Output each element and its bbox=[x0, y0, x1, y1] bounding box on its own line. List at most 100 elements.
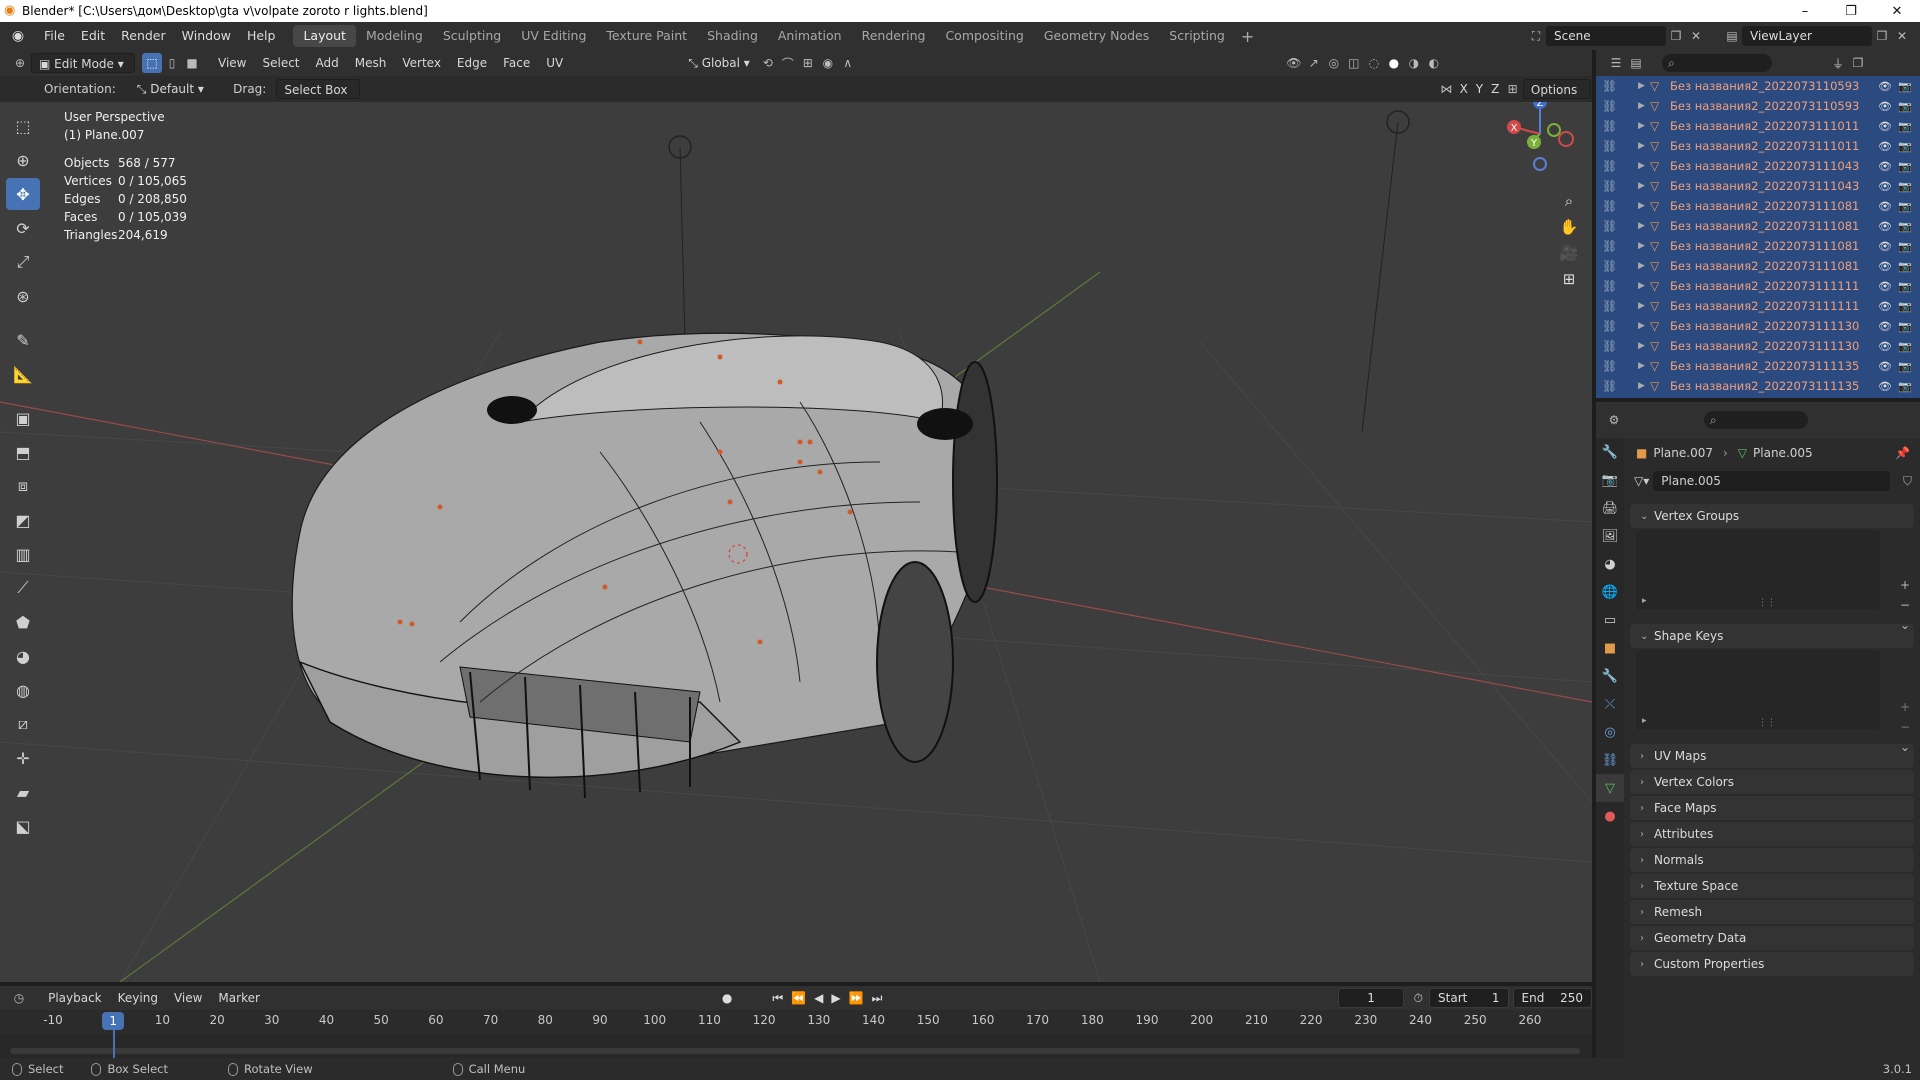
select-box-tool-icon[interactable]: ⬚ bbox=[6, 110, 40, 142]
render-camera-icon[interactable]: 📷 bbox=[1898, 200, 1912, 213]
mirror-icon[interactable]: ⋈ bbox=[1437, 79, 1456, 99]
outliner-item[interactable]: ⛓ ▶ ▽ Без названия2_2022073111111 👁 📷 bbox=[1596, 276, 1920, 296]
playhead[interactable]: 1 bbox=[102, 1012, 125, 1030]
object-tab-icon[interactable]: ■ bbox=[1596, 634, 1624, 662]
material-shading-icon[interactable]: ◑ bbox=[1404, 53, 1424, 73]
jump-keyframe-back-icon[interactable]: ⏪ bbox=[791, 991, 814, 1005]
menu-render[interactable]: Render bbox=[113, 22, 174, 50]
rip-region-tool-icon[interactable]: ⬕ bbox=[6, 810, 40, 842]
expand-arrow-icon[interactable]: ▶ bbox=[1638, 81, 1650, 91]
editor-type-icon[interactable]: ⊕ bbox=[10, 53, 30, 73]
remove-vertex-group-icon[interactable]: − bbox=[1900, 598, 1910, 612]
add-shape-key-icon[interactable]: + bbox=[1900, 700, 1910, 714]
render-camera-icon[interactable]: 📷 bbox=[1898, 300, 1912, 313]
view-layer-selector[interactable]: ViewLayer bbox=[1742, 26, 1872, 46]
display-mode-icon[interactable]: ▤ bbox=[1626, 53, 1646, 73]
visibility-eye-icon[interactable]: 👁 bbox=[1878, 240, 1892, 253]
render-tab-icon[interactable]: 📷 bbox=[1596, 466, 1624, 494]
extrude-tool-icon[interactable]: ⬒ bbox=[6, 436, 40, 468]
properties-search-input[interactable]: ⌕ bbox=[1704, 411, 1808, 429]
auto-keying-icon[interactable]: ● bbox=[722, 991, 732, 1005]
jump-keyframe-forward-icon[interactable]: ⏩ bbox=[849, 991, 872, 1005]
add-cube-tool-icon[interactable]: ▣ bbox=[6, 402, 40, 434]
visibility-eye-icon[interactable]: 👁 bbox=[1878, 180, 1892, 193]
outliner-item[interactable]: ⛓ ▶ ▽ Без названия2_2022073110593 👁 📷 bbox=[1596, 76, 1920, 96]
options-dropdown[interactable]: Options ▾ bbox=[1522, 79, 1591, 117]
proportional-edit-icon[interactable]: ◉ bbox=[818, 53, 838, 73]
expand-arrow-icon[interactable]: ▶ bbox=[1638, 281, 1650, 291]
navigation-gizmo[interactable]: Z X Y bbox=[1500, 102, 1580, 174]
visibility-eye-icon[interactable]: 👁 bbox=[1878, 340, 1892, 353]
expand-arrow-icon[interactable]: ▶ bbox=[1638, 201, 1650, 211]
menu-help[interactable]: Help bbox=[239, 22, 284, 50]
timeline-scrollbar[interactable] bbox=[10, 1048, 1580, 1054]
visibility-eye-icon[interactable]: 👁 bbox=[1878, 260, 1892, 273]
outliner-item[interactable]: ⛓ ▶ ▽ Без названия2_2022073111011 👁 📷 bbox=[1596, 116, 1920, 136]
mirror-y-button[interactable]: Y bbox=[1473, 79, 1486, 99]
edge-select-icon[interactable]: ▯ bbox=[162, 53, 182, 73]
3d-viewport[interactable]: Z X Y ⌕ ✋ 🎥 ⊞ bbox=[0, 102, 1592, 982]
panel-uv-maps[interactable]: › UV Maps bbox=[1630, 744, 1914, 768]
render-camera-icon[interactable]: 📷 bbox=[1898, 140, 1912, 153]
outliner-item[interactable]: ⛓ ▶ ▽ Без названия2_2022073111081 👁 📷 bbox=[1596, 196, 1920, 216]
tab-animation[interactable]: Animation bbox=[768, 25, 852, 47]
timeline-track-area[interactable] bbox=[0, 1034, 1592, 1058]
maximize-button[interactable]: ❐ bbox=[1828, 0, 1874, 22]
world-tab-icon[interactable]: 🌐 bbox=[1596, 578, 1624, 606]
visibility-eye-icon[interactable]: 👁 bbox=[1878, 120, 1892, 133]
render-camera-icon[interactable]: 📷 bbox=[1898, 340, 1912, 353]
visibility-icon[interactable]: 👁 bbox=[1284, 53, 1304, 73]
outliner-search-input[interactable]: ⌕ bbox=[1662, 54, 1772, 72]
view-layer-icon[interactable]: ▤ bbox=[1722, 26, 1742, 46]
preview-range-icon[interactable]: ⏱ bbox=[1414, 991, 1423, 1006]
render-camera-icon[interactable]: 📷 bbox=[1898, 360, 1912, 373]
expand-arrow-icon[interactable]: ▶ bbox=[1638, 141, 1650, 151]
blender-menu-icon[interactable]: ◉ bbox=[0, 28, 36, 44]
panel-attributes[interactable]: › Attributes bbox=[1630, 822, 1914, 846]
visibility-eye-icon[interactable]: 👁 bbox=[1878, 80, 1892, 93]
menu-playback[interactable]: Playback ▾ bbox=[41, 988, 109, 1025]
outliner-item[interactable]: ⛓ ▶ ▽ Без названия2_2022073110593 👁 📷 bbox=[1596, 96, 1920, 116]
visibility-eye-icon[interactable]: 👁 bbox=[1878, 280, 1892, 293]
expand-arrow-icon[interactable]: ▶ bbox=[1638, 221, 1650, 231]
timeline-ruler[interactable]: -10 1 10 20 30 40 50 60 70 80 90 100 110 120 130 140 150… bbox=[0, 1010, 1592, 1034]
menu-mesh[interactable]: Mesh bbox=[348, 53, 394, 73]
menu-add[interactable]: Add bbox=[309, 53, 346, 73]
pan-hand-icon[interactable]: ✋ bbox=[1560, 218, 1579, 236]
expand-arrow-icon[interactable]: ▶ bbox=[1638, 181, 1650, 191]
render-camera-icon[interactable]: 📷 bbox=[1898, 120, 1912, 133]
mirror-z-button[interactable]: Z bbox=[1488, 79, 1502, 99]
solid-shading-icon[interactable]: ● bbox=[1384, 53, 1404, 73]
camera-view-icon[interactable]: 🎥 bbox=[1560, 244, 1579, 262]
start-frame-field[interactable]: Start 1 bbox=[1429, 988, 1509, 1008]
visibility-eye-icon[interactable]: 👁 bbox=[1878, 220, 1892, 233]
menu-window[interactable]: Window bbox=[174, 22, 239, 50]
expand-arrow-icon[interactable]: ▶ bbox=[1638, 161, 1650, 171]
panel-vertex-groups[interactable]: ⌄ Vertex Groups bbox=[1630, 504, 1914, 528]
output-tab-icon[interactable]: 🖨 bbox=[1596, 494, 1624, 522]
overlay-toggle-icon[interactable]: ◎ bbox=[1324, 53, 1344, 73]
visibility-eye-icon[interactable]: 👁 bbox=[1878, 300, 1892, 313]
minimize-button[interactable]: – bbox=[1782, 0, 1828, 22]
properties-editor-type-icon[interactable]: ⚙ bbox=[1604, 410, 1624, 430]
render-camera-icon[interactable]: 📷 bbox=[1898, 260, 1912, 273]
pivot-point-icon[interactable]: ⟲ bbox=[758, 53, 778, 73]
menu-edit[interactable]: Edit bbox=[73, 22, 113, 50]
add-workspace-icon[interactable]: + bbox=[1241, 27, 1254, 46]
falloff-icon[interactable]: ∧ bbox=[838, 53, 858, 73]
panel-vertex-colors[interactable]: › Vertex Colors bbox=[1630, 770, 1914, 794]
panel-remesh[interactable]: › Remesh bbox=[1630, 900, 1914, 924]
perspective-toggle-icon[interactable]: ⊞ bbox=[1563, 270, 1576, 288]
panel-custom-properties[interactable]: › Custom Properties bbox=[1630, 952, 1914, 976]
annotate-tool-icon[interactable]: ✎ bbox=[6, 324, 40, 356]
new-collection-icon[interactable]: ❐ bbox=[1848, 53, 1868, 73]
outliner-editor-type-icon[interactable]: ☰ bbox=[1606, 53, 1626, 73]
snap-icon[interactable]: ⌒ bbox=[778, 53, 798, 73]
outliner-item[interactable]: ⛓ ▶ ▽ Без названия2_2022073111081 👁 📷 bbox=[1596, 256, 1920, 276]
vertex-groups-list[interactable]: ▸ ⋮⋮ bbox=[1636, 530, 1880, 610]
outliner-item[interactable]: ⛓ ▶ ▽ Без названия2_2022073111011 👁 📷 bbox=[1596, 136, 1920, 156]
drag-selector[interactable]: Select Box ▾ bbox=[276, 79, 361, 117]
move-tool-icon[interactable]: ✥ bbox=[6, 178, 40, 210]
menu-select[interactable]: Select bbox=[255, 53, 306, 73]
gizmo-toggle-icon[interactable]: ↗ bbox=[1304, 53, 1324, 73]
